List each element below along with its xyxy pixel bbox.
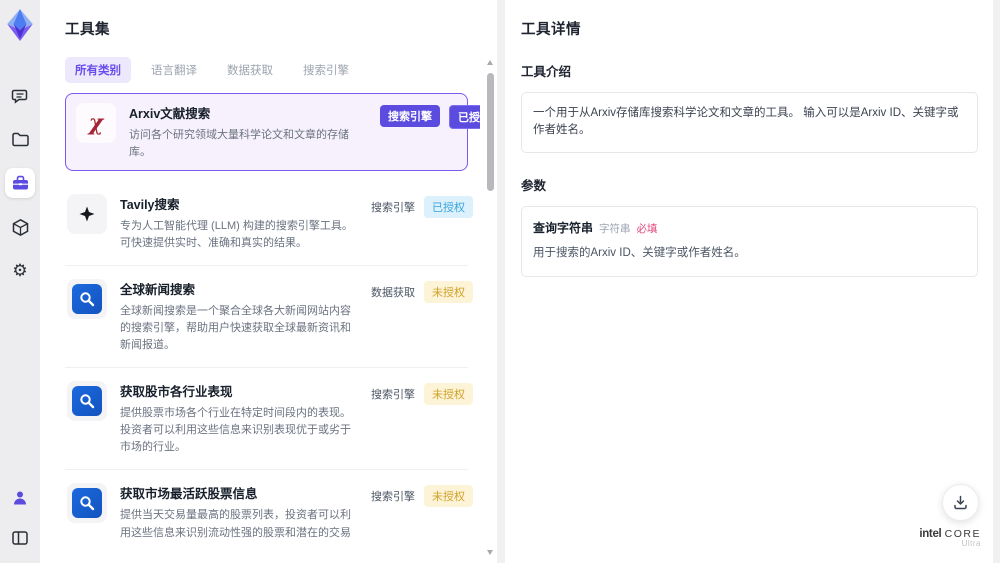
tool-category-badge: 搜索引擎 xyxy=(371,202,415,215)
tool-category-badge: 搜索引擎 xyxy=(371,491,415,504)
tool-auth-badge: 未授权 xyxy=(424,485,473,508)
tool-auth-badge: 已授权 xyxy=(449,105,480,129)
tool-list-item[interactable]: 全球新闻搜索 全球新闻搜索是一个聚合全球各大新闻网站内容的搜索引擎，帮助用户快速… xyxy=(65,266,473,369)
tool-description: 提供股票市场各个行业在特定时间段内的表现。投资者可以利用这些信息来识别表现优于或… xyxy=(120,407,351,454)
tool-auth-badge: 已授权 xyxy=(424,196,473,219)
tool-name: 获取股市各行业表现 xyxy=(120,385,233,400)
folder-icon xyxy=(11,132,29,146)
tool-list-item[interactable]: 获取市场最活跃股票信息 提供当天交易量最高的股票列表，投资者可以利用这些信息来识… xyxy=(65,470,473,540)
tab-0[interactable]: 所有类别 xyxy=(65,57,131,83)
intro-box: 一个用于从Arxiv存储库搜索科学论文和文章的工具。 输入可以是Arxiv ID… xyxy=(521,92,978,153)
toolbox-icon xyxy=(12,175,28,189)
param-name: 查询字符串 xyxy=(533,220,594,235)
tab-3[interactable]: 搜索引擎 xyxy=(293,57,359,83)
arxiv-icon: χ xyxy=(76,103,116,143)
params-heading: 参数 xyxy=(521,178,547,193)
qsearch-icon xyxy=(67,483,107,524)
tool-auth-badge: 未授权 xyxy=(424,383,473,406)
tab-2[interactable]: 数据获取 xyxy=(217,57,283,83)
tool-text: Tavily搜索 专为人工智能代理 (LLM) 构建的搜索引擎工具。可快速提供实… xyxy=(120,194,358,252)
brand-core-text: CORE xyxy=(944,527,981,540)
scrollbar-thumb[interactable] xyxy=(487,73,494,191)
tool-badges: 搜索引擎 未授权 xyxy=(371,483,473,540)
app-logo-gem-icon xyxy=(7,9,33,41)
chat-icon xyxy=(11,89,27,104)
tool-category-badge: 搜索引擎 xyxy=(371,389,415,402)
download-icon xyxy=(954,495,967,510)
tool-description: 提供当天交易量最高的股票列表，投资者可以利用这些信息来识别流动性强的股票和潜在的… xyxy=(120,509,351,539)
sidebar-item-plugins[interactable] xyxy=(5,212,35,242)
tool-text: 全球新闻搜索 全球新闻搜索是一个聚合全球各大新闻网站内容的搜索引擎，帮助用户快速… xyxy=(120,279,358,354)
brand-intel-text: intel xyxy=(919,527,942,540)
category-tabs: 所有类别 语言翻译 数据获取 搜索引擎 xyxy=(65,57,480,83)
tool-list-item[interactable]: χ Arxiv文献搜索 访问各个研究领域大量科学论文和文章的存储库。 搜索引擎 … xyxy=(65,93,480,172)
tool-text: Arxiv文献搜索 访问各个研究领域大量科学论文和文章的存储库。 xyxy=(129,103,367,161)
sidebar-item-settings[interactable]: ⚙ xyxy=(5,256,35,286)
tool-auth-badge: 未授权 xyxy=(424,281,473,304)
list-scrollbar[interactable] xyxy=(487,60,494,555)
scroll-down-icon[interactable] xyxy=(487,550,493,555)
tool-text: 获取股市各行业表现 提供股票市场各个行业在特定时间段内的表现。投资者可以利用这些… xyxy=(120,381,358,456)
panel-icon xyxy=(12,531,28,545)
intel-core-logo: intel CORE Ultra xyxy=(919,528,981,549)
left-rail: ⚙ xyxy=(0,0,40,563)
gear-icon: ⚙ xyxy=(12,260,28,281)
tool-badges: 搜索引擎 未授权 xyxy=(371,381,473,456)
tavily-icon xyxy=(67,194,107,235)
tool-name: Tavily搜索 xyxy=(120,198,180,213)
sidebar-item-account[interactable] xyxy=(5,483,35,513)
sidebar-item-tools[interactable] xyxy=(5,168,35,198)
tool-description: 专为人工智能代理 (LLM) 构建的搜索引擎工具。可快速提供实时、准确和真实的结… xyxy=(120,220,353,250)
tool-list-panel: 工具集 所有类别 语言翻译 数据获取 搜索引擎 χ Arxiv文献搜索 访问各个研究领… xyxy=(40,0,497,563)
tool-category-badge: 搜索引擎 xyxy=(380,105,440,127)
sidebar-item-collapse[interactable] xyxy=(5,523,35,553)
page-title: 工具集 xyxy=(65,22,110,38)
tool-badges: 数据获取 未授权 xyxy=(371,279,473,354)
tool-name: 获取市场最活跃股票信息 xyxy=(120,487,258,502)
tool-detail-panel: 工具详情 工具介绍 一个用于从Arxiv存储库搜索科学论文和文章的工具。 输入可… xyxy=(505,0,993,563)
cube-icon xyxy=(12,218,28,236)
tool-description: 访问各个研究领域大量科学论文和文章的存储库。 xyxy=(129,129,349,159)
param-box: 查询字符串 字符串 必填 用于搜索的Arxiv ID、关键字或作者姓名。 xyxy=(521,205,978,277)
tool-category-badge: 数据获取 xyxy=(371,287,415,300)
tab-1[interactable]: 语言翻译 xyxy=(141,57,207,83)
param-type: 字符串 xyxy=(599,222,631,235)
sidebar-item-chat[interactable] xyxy=(5,80,35,110)
sidebar-item-files[interactable] xyxy=(5,124,35,154)
intro-heading: 工具介绍 xyxy=(521,65,572,79)
param-description: 用于搜索的Arxiv ID、关键字或作者姓名。 xyxy=(533,246,746,259)
download-button[interactable] xyxy=(942,484,979,521)
tool-list-item[interactable]: 获取股市各行业表现 提供股票市场各个行业在特定时间段内的表现。投资者可以利用这些… xyxy=(65,368,473,471)
app-window: ⚙ 工具集 所有类别 语言翻译 数据获取 搜索引擎 χ Arxiv文献搜索 访问… xyxy=(0,0,1000,563)
scroll-up-icon[interactable] xyxy=(487,60,493,65)
tool-name: 全球新闻搜索 xyxy=(120,283,196,298)
detail-title: 工具详情 xyxy=(521,22,581,38)
param-required-badge: 必填 xyxy=(636,222,658,235)
tool-description: 全球新闻搜索是一个聚合全球各大新闻网站内容的搜索引擎，帮助用户快速获取全球最新资… xyxy=(120,305,351,352)
tool-list: χ Arxiv文献搜索 访问各个研究领域大量科学论文和文章的存储库。 搜索引擎 … xyxy=(65,93,480,540)
tool-text: 获取市场最活跃股票信息 提供当天交易量最高的股票列表，投资者可以利用这些信息来识… xyxy=(120,483,358,540)
brand-sub-text: Ultra xyxy=(961,539,981,549)
qsearch-icon xyxy=(67,381,107,422)
tool-name: Arxiv文献搜索 xyxy=(129,107,211,121)
tool-badges: 搜索引擎 已授权 xyxy=(380,103,480,161)
user-icon xyxy=(14,491,26,505)
tool-badges: 搜索引擎 已授权 xyxy=(371,194,473,252)
qsearch-icon xyxy=(67,279,107,320)
tool-list-item[interactable]: Tavily搜索 专为人工智能代理 (LLM) 构建的搜索引擎工具。可快速提供实… xyxy=(65,181,473,267)
